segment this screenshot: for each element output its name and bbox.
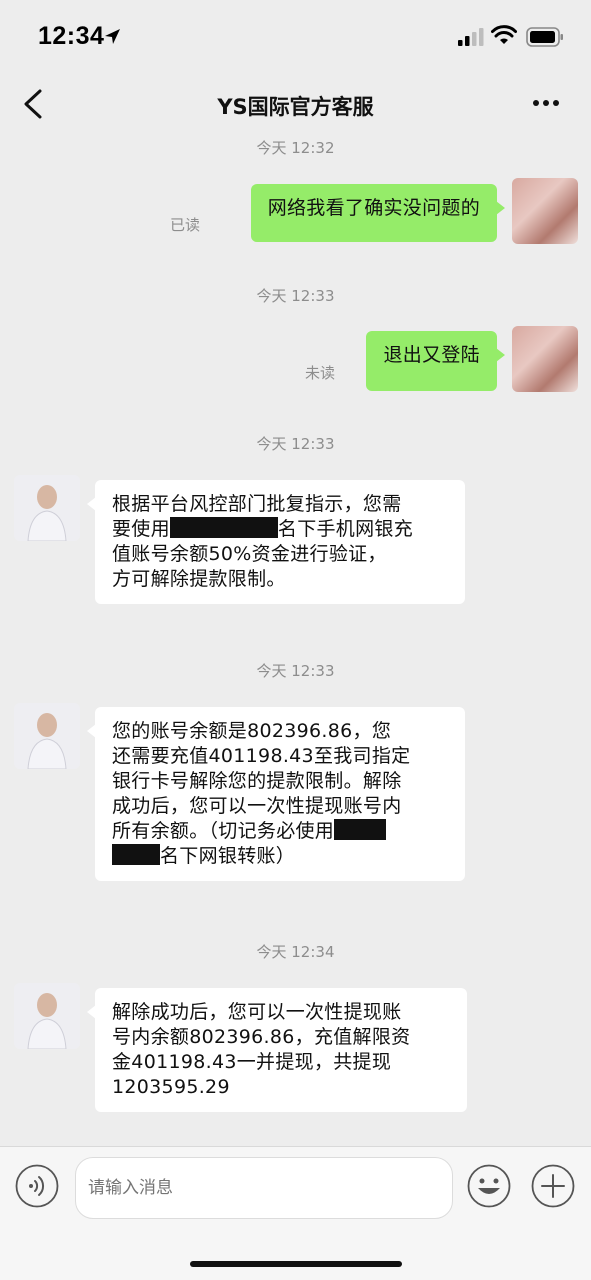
voice-icon[interactable] [15, 1164, 59, 1208]
message-line: 您的账号余额是802396.86，您 [112, 720, 392, 742]
message-line: 名下手机网银充 [277, 518, 414, 540]
message-line: 号内余额802396.86，充值解限资 [112, 1026, 411, 1048]
person-photo-icon [14, 703, 80, 769]
message-line: 成功后，您可以一次性提现账号内 [112, 795, 402, 817]
message-text: 网络我看了确实没问题的 [267, 197, 480, 219]
message-line: 方可解除提款限制。 [112, 568, 286, 590]
read-status: 未读 [305, 364, 336, 382]
redaction-bar [169, 517, 278, 538]
status-bar: 12:34 [0, 0, 591, 74]
input-bar [0, 1146, 591, 1280]
wifi-icon [491, 25, 517, 44]
message-line: 1203595.29 [112, 1076, 230, 1098]
person-photo-icon [14, 475, 80, 541]
cellular-signal-icon [458, 28, 484, 46]
message-bubble-sent[interactable]: 退出又登陆 [366, 331, 505, 391]
read-status: 已读 [170, 216, 201, 234]
message-timestamp: 今天 12:33 [256, 662, 335, 680]
my-avatar[interactable] [512, 326, 578, 392]
agent-avatar[interactable] [14, 703, 80, 769]
more-dots-icon[interactable] [532, 96, 560, 110]
battery-icon [526, 27, 563, 47]
message-line: 解除成功后，您可以一次性提现账 [112, 1001, 402, 1023]
message-timestamp: 今天 12:33 [256, 287, 335, 305]
person-photo-icon [14, 983, 80, 1049]
message-line: 名下网银转账） [160, 845, 296, 867]
status-time: 12:34 [38, 22, 105, 50]
chat-title: YS国际官方客服 [217, 95, 374, 119]
message-timestamp: 今天 12:32 [256, 139, 335, 157]
agent-avatar[interactable] [14, 475, 80, 541]
redaction-bar [112, 844, 160, 865]
message-bubble-received[interactable]: 您的账号余额是802396.86，您 还需要充值401198.43至我司指定 银… [87, 707, 465, 881]
emoji-icon[interactable] [467, 1164, 511, 1208]
my-avatar[interactable] [512, 178, 578, 244]
message-input[interactable] [75, 1157, 453, 1219]
agent-avatar[interactable] [14, 983, 80, 1049]
message-timestamp: 今天 12:33 [256, 435, 335, 453]
redaction-bar [334, 819, 387, 840]
message-timestamp: 今天 12:34 [256, 943, 335, 961]
message-line: 根据平台风控部门批复指示，您需 [112, 493, 402, 515]
message-line: 要使用 [112, 518, 170, 540]
location-arrow-icon [105, 29, 120, 44]
message-line: 值账号余额50%资金进行验证， [112, 543, 387, 565]
home-indicator [190, 1261, 402, 1267]
nav-bar: YS国际官方客服 [0, 74, 591, 136]
message-line: 金401198.43一并提现，共提现 [112, 1051, 392, 1073]
message-line: 还需要充值401198.43至我司指定 [112, 745, 411, 767]
message-bubble-sent[interactable]: 网络我看了确实没问题的 [250, 184, 506, 242]
message-bubble-received[interactable]: 根据平台风控部门批复指示，您需 要使用 名下手机网银充 值账号余额50%资金进行验… [87, 480, 465, 604]
message-line: 银行卡号解除您的提款限制。解除 [112, 770, 402, 792]
message-line: 所有余额。（切记务必使用 [112, 820, 335, 842]
message-text: 退出又登陆 [383, 344, 480, 366]
plus-icon[interactable] [531, 1164, 575, 1208]
message-bubble-received[interactable]: 解除成功后，您可以一次性提现账 号内余额802396.86，充值解限资 金401… [87, 988, 467, 1112]
